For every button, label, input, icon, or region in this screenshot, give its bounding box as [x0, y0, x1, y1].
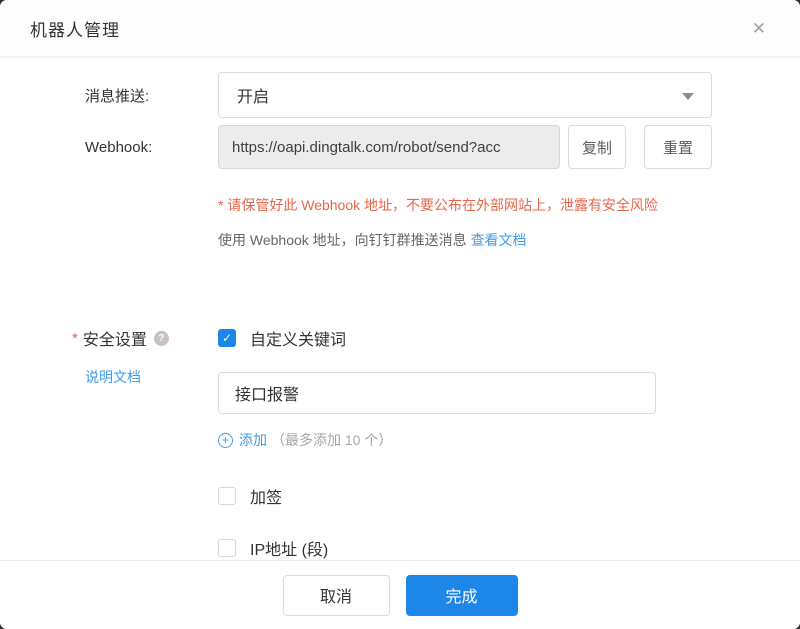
- cancel-button[interactable]: 取消: [282, 574, 390, 616]
- sign-check-row: ✓ 加签: [218, 484, 656, 508]
- webhook-usage: 使用 Webhook 地址，向钉钉群推送消息 查看文档: [218, 230, 527, 250]
- dialog-footer: 取消 完成: [0, 560, 800, 629]
- keyword-checkbox[interactable]: ✓: [218, 329, 236, 347]
- security-doc-link[interactable]: 说明文档: [85, 367, 141, 387]
- copy-button[interactable]: 复制: [568, 125, 626, 169]
- keyword-input[interactable]: [218, 372, 656, 414]
- webhook-label: Webhook:: [85, 138, 153, 156]
- sign-checkbox[interactable]: ✓: [218, 487, 236, 505]
- ip-checkbox-label: IP地址 (段): [250, 542, 329, 559]
- keyword-check-row: ✓ 自定义关键词: [218, 326, 656, 350]
- required-asterisk: *: [72, 329, 78, 347]
- push-row: 消息推送: 开启: [0, 72, 800, 118]
- keyword-checkbox-label: 自定义关键词: [250, 332, 347, 349]
- security-section: * 安全设置 ? 说明文档 ✓ 自定义关键词 + 添加 （最多添加 10: [0, 326, 800, 560]
- webhook-warning-text: * 请保管好此 Webhook 地址，不要公布在外部网站上，泄露有安全风险: [218, 197, 659, 213]
- warning-row: * 请保管好此 Webhook 地址，不要公布在外部网站上，泄露有安全风险: [0, 195, 800, 215]
- reset-button[interactable]: 重置: [644, 125, 712, 169]
- add-keyword-hint: （最多添加 10 个）: [271, 432, 393, 448]
- push-select-value: 开启: [237, 89, 270, 106]
- webhook-row: Webhook: 复制 重置: [0, 125, 800, 169]
- security-label-column: * 安全设置 ? 说明文档: [72, 326, 218, 387]
- webhook-input[interactable]: [218, 125, 560, 169]
- add-keyword-link[interactable]: 添加: [239, 430, 267, 450]
- push-label: 消息推送:: [85, 87, 150, 105]
- robot-management-dialog: 机器人管理 ✕ 消息推送: 开启 Webhook: 复制 重置 * 请保管好此 …: [0, 0, 800, 629]
- dialog-body: 消息推送: 开启 Webhook: 复制 重置 * 请保管好此 Webhook …: [0, 57, 800, 560]
- push-select[interactable]: 开启: [218, 72, 712, 118]
- ip-checkbox[interactable]: ✓: [218, 539, 236, 557]
- add-circle-icon[interactable]: +: [218, 432, 233, 448]
- security-label: * 安全设置 ?: [72, 326, 218, 350]
- view-docs-link[interactable]: 查看文档: [471, 232, 527, 248]
- chevron-down-icon: [682, 93, 694, 100]
- add-keyword-row: + 添加 （最多添加 10 个）: [218, 430, 656, 450]
- close-icon[interactable]: ✕: [748, 16, 770, 41]
- page-title: 机器人管理: [30, 20, 120, 40]
- security-content: ✓ 自定义关键词 + 添加 （最多添加 10 个） ✓ 加签: [218, 326, 656, 560]
- confirm-button[interactable]: 完成: [405, 574, 518, 616]
- sign-checkbox-label: 加签: [250, 490, 283, 507]
- help-icon[interactable]: ?: [153, 330, 169, 346]
- security-label-text: 安全设置: [82, 332, 147, 349]
- ip-check-row: ✓ IP地址 (段): [218, 536, 656, 560]
- check-icon: ✓: [221, 331, 233, 345]
- webhook-controls: 复制 重置: [218, 125, 712, 169]
- usage-row: 使用 Webhook 地址，向钉钉群推送消息 查看文档: [0, 230, 800, 250]
- webhook-usage-text: 使用 Webhook 地址，向钉钉群推送消息: [218, 232, 467, 248]
- dialog-header: 机器人管理 ✕: [0, 0, 800, 57]
